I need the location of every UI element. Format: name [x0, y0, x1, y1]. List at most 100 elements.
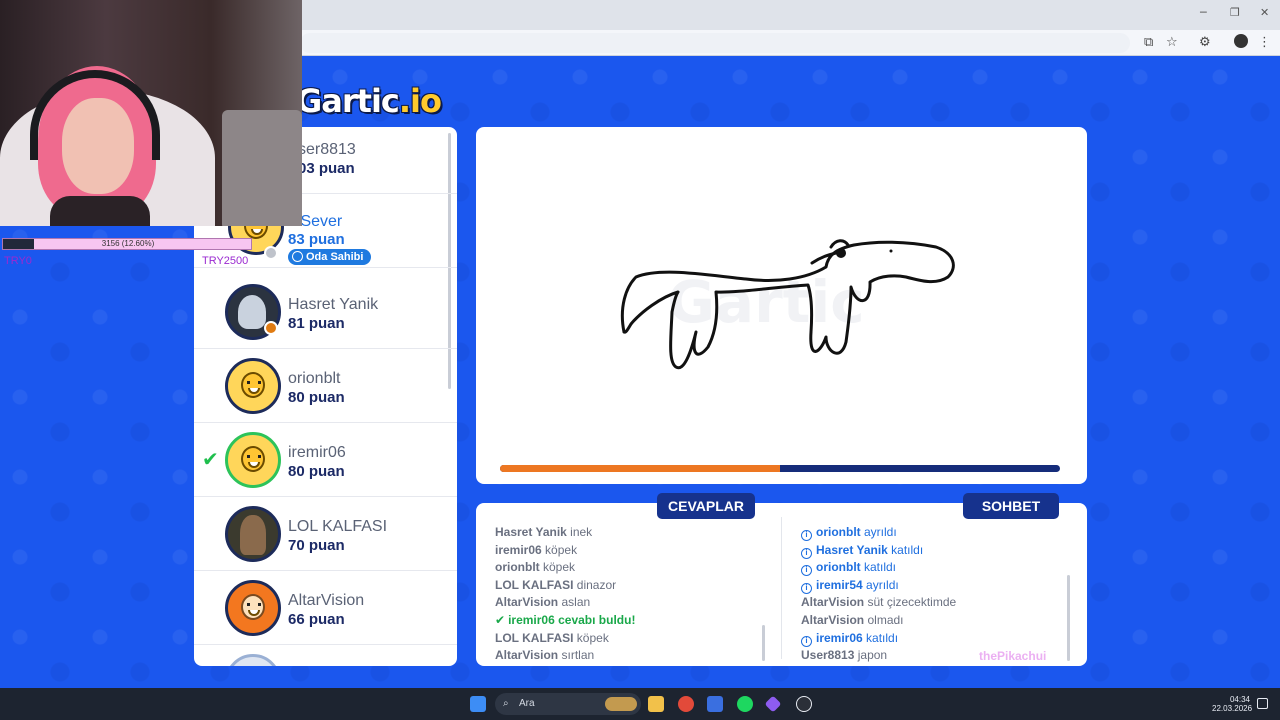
spotify-icon[interactable]	[737, 696, 753, 712]
round-timer-bar	[500, 465, 1060, 472]
install-app-icon[interactable]: ⧉	[1144, 35, 1153, 51]
drawing-nostril	[889, 249, 893, 253]
webcam-shirt	[50, 196, 150, 226]
obs-icon[interactable]	[796, 696, 812, 712]
file-explorer-icon[interactable]	[648, 696, 664, 712]
drawing-svg: Gartic	[620, 239, 955, 370]
answer-row: ✔ iremir06 cevabı buldu!	[495, 612, 635, 629]
clock-time: 04:34	[1229, 695, 1250, 704]
message-text: katıldı	[891, 542, 924, 557]
message-author: LOL KALFASI	[495, 630, 574, 645]
player-score: 80 puan	[288, 389, 345, 406]
correct-check-icon: ✔	[495, 613, 506, 627]
player-avatar	[225, 432, 281, 488]
player-name: orionblt	[288, 370, 341, 387]
round-timer-fill	[500, 465, 780, 472]
player-score: 70 puan	[288, 537, 345, 554]
player-row[interactable]	[194, 645, 457, 666]
profile-avatar[interactable]	[1234, 34, 1248, 48]
player-row[interactable]: Hasret Yanik 81 puan	[194, 275, 457, 349]
chat-message: User8813 japon	[801, 647, 887, 664]
bookmark-star-icon[interactable]: ☆	[1166, 35, 1178, 51]
drawing-eye	[836, 248, 846, 258]
menu-kebab-icon[interactable]: ⋮	[1258, 35, 1271, 51]
player-name: AltarVision	[288, 592, 365, 609]
chat-message: i Hasret Yanik katıldı	[801, 542, 923, 559]
goal-end-label: TRY2500	[202, 255, 249, 267]
message-author: orionblt	[495, 560, 540, 575]
player-row[interactable]: ✔ iremir06 80 puan	[194, 423, 457, 497]
answer-row: orionblt köpek	[495, 559, 575, 576]
smile-icon	[292, 251, 303, 262]
address-bar[interactable]	[300, 33, 1130, 53]
info-icon: i	[801, 565, 812, 577]
info-icon: i	[801, 530, 812, 541]
gartic-logo: Gartic.io	[296, 82, 442, 120]
streamer-watermark: thePikachui	[979, 649, 1047, 663]
windows-taskbar: ⌕ Ara 04:34 22.03.2026	[0, 688, 1280, 720]
message-text: katıldı	[864, 560, 897, 575]
message-author: iremir06	[508, 613, 555, 627]
widget-icon[interactable]	[605, 697, 637, 711]
extensions-icon[interactable]: ⚙	[1199, 35, 1211, 51]
player-row[interactable]: AltarVision 66 puan	[194, 571, 457, 645]
player-score: 81 puan	[288, 315, 345, 332]
chrome-icon[interactable]	[678, 696, 694, 712]
answer-row: Hasret Yanik inek	[495, 524, 592, 541]
taskbar-clock[interactable]: 04:34 22.03.2026	[1212, 695, 1252, 713]
player-name: iremir06	[288, 444, 346, 461]
goal-start-label: TRY0	[4, 255, 32, 267]
player-score: 80 puan	[288, 463, 345, 480]
message-author: iremir06	[816, 630, 863, 645]
tab-chat[interactable]: SOHBET	[963, 493, 1059, 519]
guessed-check-icon: ✔	[202, 447, 219, 471]
message-text: dinazor	[576, 577, 617, 592]
chat-message: AltarVision süt çizecektimde	[801, 594, 956, 611]
message-author: orionblt	[816, 560, 861, 575]
app-icon[interactable]	[764, 695, 782, 713]
message-author: LOL KALFASI	[495, 577, 574, 592]
message-text: süt çizecektimde	[867, 595, 957, 610]
tab-answers[interactable]: CEVAPLAR	[657, 493, 755, 519]
player-avatar	[225, 358, 281, 414]
message-text: köpek	[576, 630, 609, 645]
chat-panel: Hasret Yanik inek iremir06 köpek orionblt …	[476, 503, 1087, 666]
message-author: Hasret Yanik	[495, 525, 567, 539]
status-dot	[264, 246, 278, 260]
webcam-headset	[30, 70, 160, 160]
chat-scrollbar[interactable]	[1067, 575, 1070, 661]
message-text: cevabı buldu!	[558, 613, 636, 627]
player-name: Hasret Yanik	[288, 296, 379, 313]
message-text: ayrıldı	[866, 577, 899, 592]
minimize-icon[interactable]: ─	[1200, 6, 1207, 19]
start-icon[interactable]	[470, 696, 486, 712]
player-row[interactable]: orionblt 80 puan	[194, 349, 457, 423]
message-text: japon	[857, 648, 888, 663]
player-score: 83 puan	[288, 231, 345, 248]
mail-icon[interactable]	[707, 696, 723, 712]
message-text: katıldı	[866, 630, 899, 645]
message-author: AltarVision	[801, 613, 865, 627]
message-author: User8813	[801, 648, 855, 663]
message-author: AltarVision	[801, 595, 865, 610]
message-text: aslan	[561, 595, 591, 610]
close-icon[interactable]: ✕	[1260, 6, 1269, 19]
player-score: 03 puan	[298, 160, 355, 177]
message-author: AltarVision	[495, 595, 559, 610]
restore-icon[interactable]: ❐	[1230, 6, 1240, 19]
answers-scrollbar[interactable]	[762, 625, 765, 661]
player-avatar	[225, 654, 281, 666]
answer-row: LOL KALFASI dinazor	[495, 577, 616, 594]
message-text: sırtlan	[561, 648, 595, 663]
drawing-canvas[interactable]: Gartic	[476, 127, 1087, 484]
player-avatar	[225, 580, 281, 636]
message-author: AltarVision	[495, 648, 559, 663]
info-icon: i	[801, 635, 812, 647]
status-dot	[264, 321, 278, 335]
donation-goal-text: 3156 (12.60%)	[101, 239, 155, 248]
notification-icon[interactable]	[1257, 698, 1268, 709]
message-text: ayrıldı	[864, 525, 897, 539]
player-name: LOL KALFASI	[288, 518, 388, 535]
info-icon: i	[801, 582, 812, 594]
player-row[interactable]: LOL KALFASI 70 puan	[194, 497, 457, 571]
